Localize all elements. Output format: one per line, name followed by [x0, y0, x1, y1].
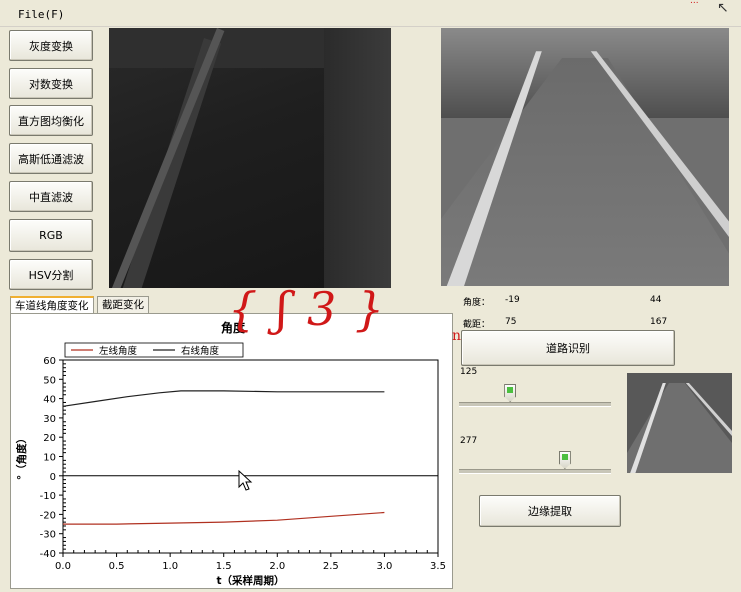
- road-detect-button[interactable]: 道路识别: [461, 330, 675, 366]
- hsv-segment-button[interactable]: HSV分割: [9, 259, 93, 290]
- gaussian-lowpass-button[interactable]: 高斯低通滤波: [9, 143, 93, 174]
- x-tick-label: 1.5: [216, 561, 232, 572]
- slider-2-value: 277: [460, 436, 478, 446]
- preview-image: [627, 373, 732, 473]
- angle-right-value: 44: [650, 295, 662, 305]
- x-tick-label: 2.5: [323, 561, 339, 572]
- x-tick-label: 1.0: [162, 561, 178, 572]
- angle-chart: 角度6050403020100-10-20-30-400.0 0.5 1.0 1.5 2…: [15, 320, 446, 587]
- y-tick-label: -30: [40, 530, 56, 541]
- intercept-label: 截距：: [463, 320, 491, 330]
- tab-intercept[interactable]: 截距变化: [97, 296, 149, 313]
- slider-1-track[interactable]: [459, 402, 611, 407]
- slider-2-track[interactable]: [459, 469, 611, 474]
- x-tick-label: 2.0: [269, 561, 285, 572]
- x-tick-label: 3.5: [430, 561, 446, 572]
- chart-panel: 角度 60 50 40 30 20 10 0 -10 -20 -30 -40 0.0 0.5 1.0 1.5 2…: [10, 313, 453, 589]
- y-tick-label: 60: [43, 356, 56, 367]
- x-axis-label: t（采样周期）: [216, 574, 284, 587]
- y-tick-label: 10: [43, 453, 56, 464]
- intercept-left-value: 75: [505, 317, 517, 327]
- histogram-equalization-button[interactable]: 直方图均衡化: [9, 105, 93, 136]
- log-transform-button[interactable]: 对数变换: [9, 68, 93, 99]
- legend-label-0: 左线角度: [99, 345, 138, 357]
- slider-2-thumb[interactable]: [558, 451, 571, 469]
- cursor-icon: ↖: [717, 0, 729, 16]
- legend-label-1: 右线角度: [181, 345, 220, 357]
- y-tick-label: 0: [50, 472, 56, 483]
- median-filter-button[interactable]: 中直滤波: [9, 181, 93, 212]
- tab-lane-angle[interactable]: 车道线角度变化: [10, 296, 94, 314]
- angle-label: 角度：: [463, 298, 491, 308]
- original-image: [441, 28, 729, 286]
- title-fragment: ...: [690, 0, 699, 6]
- overlay-annotation: { ʃ 3 }: [228, 282, 387, 336]
- menu-bar: File(F): [0, 0, 741, 27]
- y-tick-label: 50: [43, 375, 56, 386]
- y-tick-label: 30: [43, 414, 56, 425]
- y-tick-label: -10: [40, 491, 56, 502]
- y-tick-label: -20: [40, 510, 56, 521]
- y-tick-label: -40: [40, 549, 56, 560]
- x-tick-label: 3.0: [376, 561, 392, 572]
- y-tick-label: 20: [43, 433, 56, 444]
- rgb-button[interactable]: RGB: [9, 219, 93, 252]
- grayscale-button[interactable]: 灰度变换: [9, 30, 93, 61]
- x-tick-label: 0.0: [55, 561, 71, 572]
- edge-extract-button[interactable]: 边缘提取: [479, 495, 621, 527]
- slider-1-value: 125: [460, 367, 478, 377]
- intercept-right-value: 167: [650, 317, 668, 327]
- processed-image: [109, 28, 391, 288]
- y-tick-label: 40: [43, 395, 56, 406]
- y-axis-label: °（角度）: [15, 433, 28, 480]
- menu-file[interactable]: File(F): [18, 8, 64, 21]
- slider-1-thumb[interactable]: [504, 384, 517, 402]
- x-tick-label: 0.5: [109, 561, 125, 572]
- overlay-annotation-n: n: [452, 328, 462, 344]
- angle-left-value: -19: [505, 295, 520, 305]
